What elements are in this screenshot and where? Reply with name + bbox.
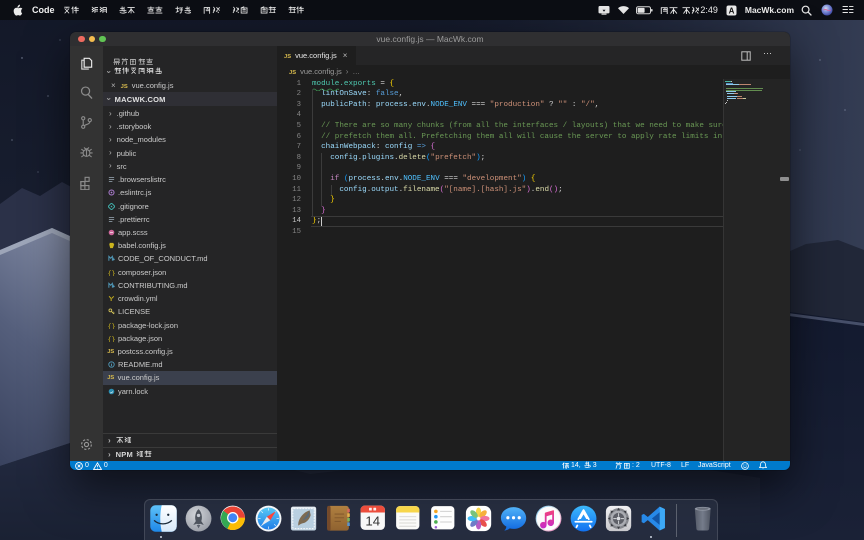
svg-text:{}: {} xyxy=(108,322,115,328)
svg-text:A: A xyxy=(728,6,734,15)
svg-text:{}: {} xyxy=(108,269,115,275)
svg-text:14: 14 xyxy=(365,514,380,529)
svg-text:{}: {} xyxy=(108,336,115,342)
